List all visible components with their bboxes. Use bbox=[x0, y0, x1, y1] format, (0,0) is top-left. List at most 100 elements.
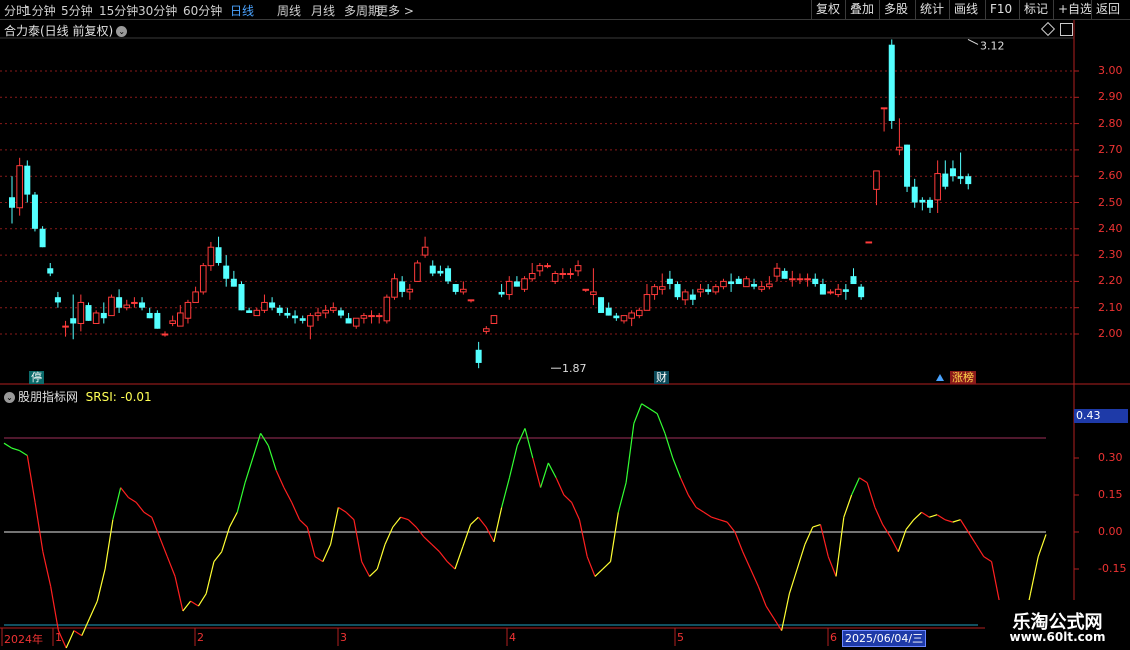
candle-body bbox=[751, 284, 758, 287]
candle-body bbox=[720, 280, 727, 288]
candle-body bbox=[269, 302, 276, 308]
srsi-segment bbox=[353, 519, 363, 562]
srsi-segment bbox=[158, 536, 168, 557]
srsi-segment bbox=[392, 516, 402, 528]
candle-body bbox=[505, 280, 513, 296]
panel-toggle-icon[interactable] bbox=[1060, 23, 1073, 36]
candle-body bbox=[199, 265, 207, 293]
srsi-segment bbox=[594, 568, 604, 577]
srsi-segment bbox=[905, 519, 915, 530]
srsi-segment bbox=[299, 519, 308, 528]
candle-body bbox=[131, 301, 138, 304]
candle-body bbox=[949, 168, 956, 177]
srsi-segment bbox=[3, 442, 13, 449]
chevron-down-icon[interactable]: ⌄ bbox=[4, 392, 15, 403]
candle-body bbox=[375, 315, 383, 318]
candle-body bbox=[567, 273, 574, 276]
candle-body bbox=[47, 268, 54, 274]
price-chart[interactable]: 3.12 1.87 bbox=[0, 0, 1130, 650]
candle-body bbox=[399, 281, 406, 292]
candle-body bbox=[636, 309, 643, 317]
srsi-segment bbox=[983, 556, 992, 563]
candle-body bbox=[521, 278, 528, 290]
srsi-segment bbox=[641, 403, 650, 410]
limit-up-tag[interactable]: 涨榜 bbox=[950, 371, 976, 384]
srsi-segment bbox=[687, 494, 697, 508]
srsi-segment bbox=[228, 511, 238, 528]
srsi-segment bbox=[96, 568, 106, 602]
srsi-segment bbox=[625, 423, 635, 483]
srsi-segment bbox=[633, 403, 643, 424]
candle-body bbox=[31, 194, 38, 229]
price-tick-label: 2.90 bbox=[1098, 90, 1123, 104]
srsi-segment bbox=[283, 487, 293, 503]
srsi-segment bbox=[369, 568, 378, 577]
date-tick-label: 4 bbox=[509, 631, 516, 644]
candle-body bbox=[230, 278, 237, 287]
srsi-segment bbox=[602, 561, 611, 570]
srsi-segment bbox=[470, 516, 479, 526]
srsi-segment bbox=[672, 457, 682, 478]
candle-body bbox=[574, 265, 582, 272]
srsi-segment bbox=[221, 526, 231, 552]
srsi-segment bbox=[967, 531, 977, 545]
candle-body bbox=[24, 165, 31, 195]
high-price-label: 3.12 bbox=[980, 39, 1005, 52]
price-tick-label: 2.80 bbox=[1098, 116, 1123, 130]
candle-body bbox=[781, 270, 788, 279]
price-tick-label: 2.20 bbox=[1098, 274, 1123, 288]
candle-body bbox=[246, 310, 253, 313]
srsi-segment bbox=[649, 408, 658, 415]
srsi-segment bbox=[112, 487, 122, 520]
srsi-segment bbox=[990, 561, 1000, 602]
srsi-segment bbox=[929, 514, 938, 518]
srsi-segment bbox=[952, 519, 961, 523]
candle-body bbox=[513, 281, 520, 287]
srsi-segment bbox=[19, 450, 28, 457]
candle-body bbox=[873, 170, 880, 190]
srsi-segment bbox=[361, 561, 371, 577]
candle-body bbox=[146, 312, 153, 319]
up-arrow-icon bbox=[936, 374, 944, 381]
candle-body bbox=[796, 278, 804, 281]
candle-body bbox=[697, 288, 704, 293]
srsi-segment bbox=[128, 496, 137, 503]
srsi-segment bbox=[765, 605, 775, 619]
candle-body bbox=[674, 284, 681, 298]
candle-body bbox=[406, 288, 414, 293]
candle-body bbox=[360, 315, 368, 319]
candle-body bbox=[207, 246, 215, 267]
srsi-segment bbox=[81, 618, 91, 636]
candle-body bbox=[253, 309, 261, 317]
srsi-segment bbox=[330, 507, 339, 545]
price-tick-label: 2.40 bbox=[1098, 221, 1123, 235]
srsi-segment bbox=[859, 477, 868, 484]
price-tick-label: 2.60 bbox=[1098, 169, 1123, 183]
candle-body bbox=[620, 315, 628, 322]
srsi-segment bbox=[959, 519, 969, 533]
candle-body bbox=[712, 286, 720, 293]
srsi-segment bbox=[143, 511, 153, 518]
candle-body bbox=[261, 301, 268, 311]
srsi-segment bbox=[267, 445, 277, 471]
candle-body bbox=[551, 273, 559, 282]
candle-body bbox=[911, 186, 918, 203]
srsi-segment bbox=[345, 511, 355, 521]
srsi-segment bbox=[563, 494, 573, 503]
srsi-segment bbox=[135, 502, 145, 513]
srsi-segment bbox=[539, 462, 549, 488]
low-price-label: 1.87 bbox=[562, 362, 587, 375]
candle-body bbox=[16, 165, 23, 209]
candle-body bbox=[957, 176, 964, 179]
srsi-segment bbox=[742, 551, 752, 570]
stop-tag[interactable]: 停 bbox=[29, 371, 44, 384]
srsi-segment bbox=[897, 529, 907, 552]
srsi-segment bbox=[843, 494, 853, 518]
srsi-segment bbox=[827, 556, 837, 577]
srsi-segment bbox=[205, 561, 215, 594]
finance-tag[interactable]: 财 bbox=[654, 371, 669, 384]
srsi-segment bbox=[260, 433, 269, 446]
candle-body bbox=[850, 276, 857, 285]
srsi-segment bbox=[913, 511, 922, 521]
candle-body bbox=[429, 265, 436, 274]
